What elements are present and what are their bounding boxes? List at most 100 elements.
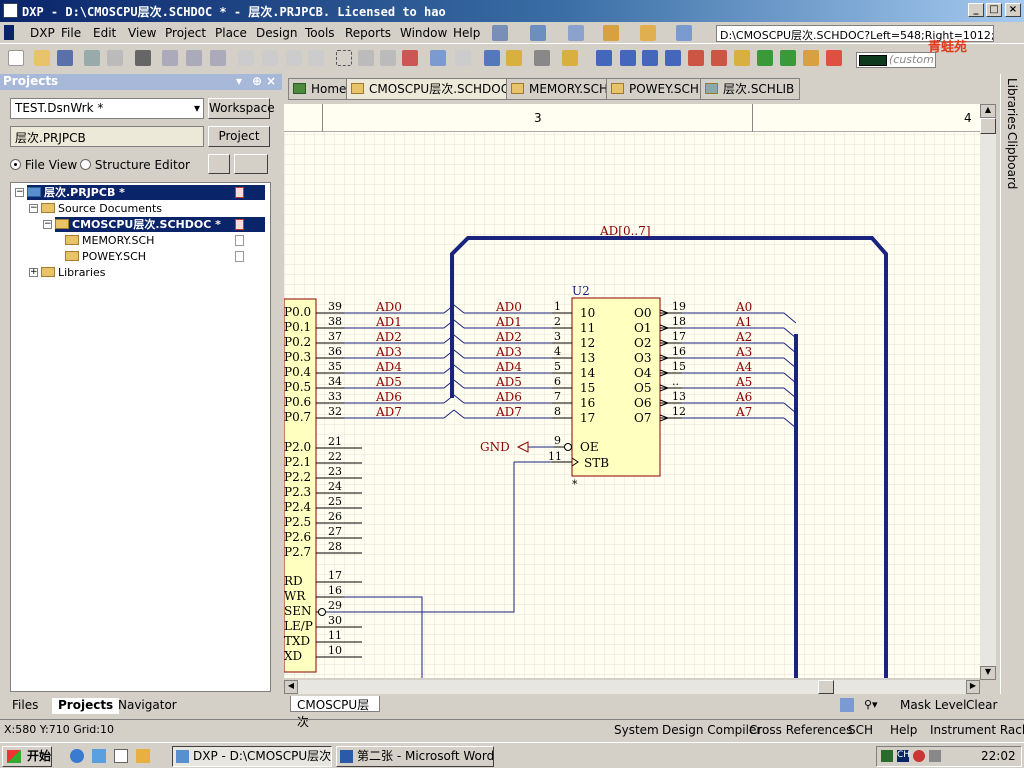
close-button[interactable]: × bbox=[1005, 3, 1021, 17]
save-icon[interactable] bbox=[57, 50, 73, 66]
quicklaunch-icon[interactable] bbox=[136, 749, 150, 763]
align-tool-icon[interactable] bbox=[530, 25, 546, 41]
menu-help[interactable]: Help bbox=[453, 26, 480, 40]
pin-icon[interactable]: ⊕ bbox=[252, 74, 262, 88]
undo-icon[interactable] bbox=[430, 50, 446, 66]
minimize-button[interactable]: _ bbox=[968, 3, 984, 17]
deselect-icon[interactable] bbox=[402, 50, 418, 66]
zoom-select-icon[interactable] bbox=[210, 50, 226, 66]
status-design-compiler[interactable]: Design Compiler bbox=[662, 723, 761, 737]
mask-level-button[interactable]: Mask Level bbox=[900, 698, 966, 712]
schematic-sheet[interactable]: AD[0..7] U2 P0.0 39 AD0 AD0 1 10 O0 19 A0 P0.1 38 A… bbox=[284, 104, 980, 678]
sheet-tab[interactable]: CMOSCPU层次 bbox=[290, 696, 380, 729]
sheet-entry-icon[interactable] bbox=[780, 50, 796, 66]
expand-icon[interactable]: + bbox=[29, 268, 38, 277]
gnd-port[interactable]: GND bbox=[480, 440, 510, 454]
scroll-right-icon[interactable]: ▶ bbox=[966, 680, 980, 694]
gnd-port-icon[interactable] bbox=[688, 50, 704, 66]
scroll-down-icon[interactable]: ▼ bbox=[980, 666, 996, 680]
zoom-fit-icon[interactable] bbox=[162, 50, 178, 66]
collapse-icon[interactable]: − bbox=[15, 188, 24, 197]
status-sch[interactable]: SCH bbox=[848, 723, 873, 737]
panel-menu-icon[interactable]: ▾ bbox=[236, 74, 242, 88]
libraries-panel-tab[interactable]: Libraries bbox=[1005, 78, 1019, 130]
tree-item-powey[interactable]: POWEY.SCH bbox=[65, 249, 146, 264]
redo-icon[interactable] bbox=[455, 50, 471, 66]
tree-item-memory[interactable]: MEMORY.SCH bbox=[65, 233, 154, 248]
sheet-symbol-icon[interactable] bbox=[757, 50, 773, 66]
menu-tools[interactable]: Tools bbox=[305, 26, 335, 40]
workspace-combo[interactable]: TEST.DsnWrk * ▾ bbox=[10, 98, 204, 119]
move-icon[interactable] bbox=[358, 50, 374, 66]
panel-options-button[interactable] bbox=[208, 154, 230, 174]
wiring-tool-icon[interactable] bbox=[492, 25, 508, 41]
tab-projects[interactable]: Projects bbox=[52, 698, 120, 714]
vcc-port-icon[interactable] bbox=[711, 50, 727, 66]
tray-icon[interactable] bbox=[913, 750, 925, 762]
cross-probe-icon[interactable] bbox=[506, 50, 522, 66]
scroll-thumb[interactable] bbox=[980, 118, 996, 134]
tray-icon[interactable] bbox=[881, 750, 893, 762]
place-part-icon[interactable] bbox=[734, 50, 750, 66]
menu-reports[interactable]: Reports bbox=[345, 26, 391, 40]
color-custom-field[interactable]: (custom bbox=[856, 52, 936, 68]
menu-project[interactable]: Project bbox=[165, 26, 206, 40]
menu-edit[interactable]: Edit bbox=[93, 26, 116, 40]
filter-icon[interactable]: ⚲▾ bbox=[864, 698, 878, 711]
workspace-button[interactable]: Workspace bbox=[208, 98, 275, 119]
print-preview-icon[interactable] bbox=[107, 50, 123, 66]
cut-icon[interactable] bbox=[238, 50, 254, 66]
place-bus-icon[interactable] bbox=[620, 50, 636, 66]
status-instrument-racks[interactable]: Instrument Racks bbox=[930, 723, 1024, 737]
vertical-scrollbar[interactable]: ▲ ▼ bbox=[980, 104, 996, 680]
menu-window[interactable]: Window bbox=[400, 26, 447, 40]
collapse-icon[interactable]: − bbox=[43, 220, 52, 229]
status-help[interactable]: Help bbox=[890, 723, 917, 737]
outlook-icon[interactable] bbox=[92, 749, 106, 763]
start-button[interactable]: 开始 bbox=[2, 746, 52, 767]
ie-icon[interactable] bbox=[70, 749, 84, 763]
collapse-icon[interactable]: − bbox=[29, 204, 38, 213]
tree-item-libraries[interactable]: Libraries bbox=[41, 265, 106, 280]
zoom-area-icon[interactable] bbox=[186, 50, 202, 66]
menu-place[interactable]: Place bbox=[215, 26, 247, 40]
task-dxp[interactable]: DXP - D:\CMOSCPU层次.... bbox=[172, 746, 332, 767]
task-word[interactable]: 第二张 - Microsoft Word bbox=[336, 746, 494, 767]
horizontal-scrollbar[interactable]: ◀ ▶ bbox=[284, 680, 980, 694]
simulate-tool-icon[interactable] bbox=[640, 25, 656, 41]
mask-filter-icon[interactable] bbox=[840, 698, 854, 712]
project-combo[interactable]: 层次.PRJPCB bbox=[10, 126, 204, 147]
tab-cmoscpu[interactable]: CMOSCPU层次.SCHDOC * bbox=[346, 78, 525, 100]
paste-icon[interactable] bbox=[286, 50, 302, 66]
layers-icon[interactable] bbox=[135, 50, 151, 66]
structure-editor-radio[interactable]: Structure Editor bbox=[80, 158, 190, 172]
panel-close-icon[interactable]: × bbox=[266, 74, 276, 88]
tab-memory[interactable]: MEMORY.SCH bbox=[506, 78, 615, 100]
grid-tool-icon[interactable] bbox=[676, 25, 692, 41]
tree-item-cmoscpu[interactable]: CMOSCPU层次.SCHDOC * bbox=[55, 217, 265, 232]
volume-icon[interactable] bbox=[929, 750, 941, 762]
h-scroll-thumb[interactable] bbox=[818, 680, 834, 694]
panel-add-button[interactable] bbox=[234, 154, 268, 174]
clipboard-panel-tab[interactable]: Clipboard bbox=[1005, 132, 1019, 189]
hierarchy-icon[interactable] bbox=[484, 50, 500, 66]
bus-net-label[interactable]: AD[0..7] bbox=[600, 224, 651, 238]
maximize-button[interactable]: □ bbox=[986, 3, 1002, 17]
help-tool-icon[interactable] bbox=[562, 50, 578, 66]
menu-view[interactable]: View bbox=[128, 26, 156, 40]
menu-dxp[interactable]: DXP bbox=[30, 26, 55, 40]
tree-item-source-documents[interactable]: Source Documents bbox=[41, 201, 162, 216]
tab-home[interactable]: Home bbox=[288, 78, 353, 100]
browse-library-icon[interactable] bbox=[534, 50, 550, 66]
no-erc-icon[interactable] bbox=[826, 50, 842, 66]
rubber-stamp-icon[interactable] bbox=[308, 50, 324, 66]
place-wire-icon[interactable] bbox=[596, 50, 612, 66]
clear-button[interactable]: Clear bbox=[966, 698, 997, 712]
u2-designator[interactable]: U2 bbox=[572, 284, 590, 298]
menu-file[interactable]: File bbox=[61, 26, 81, 40]
bus-entry-icon[interactable] bbox=[642, 50, 658, 66]
select-inside-icon[interactable] bbox=[380, 50, 396, 66]
menu-design[interactable]: Design bbox=[256, 26, 297, 40]
scroll-left-icon[interactable]: ◀ bbox=[284, 680, 298, 694]
tab-powey[interactable]: POWEY.SCH bbox=[606, 78, 705, 100]
